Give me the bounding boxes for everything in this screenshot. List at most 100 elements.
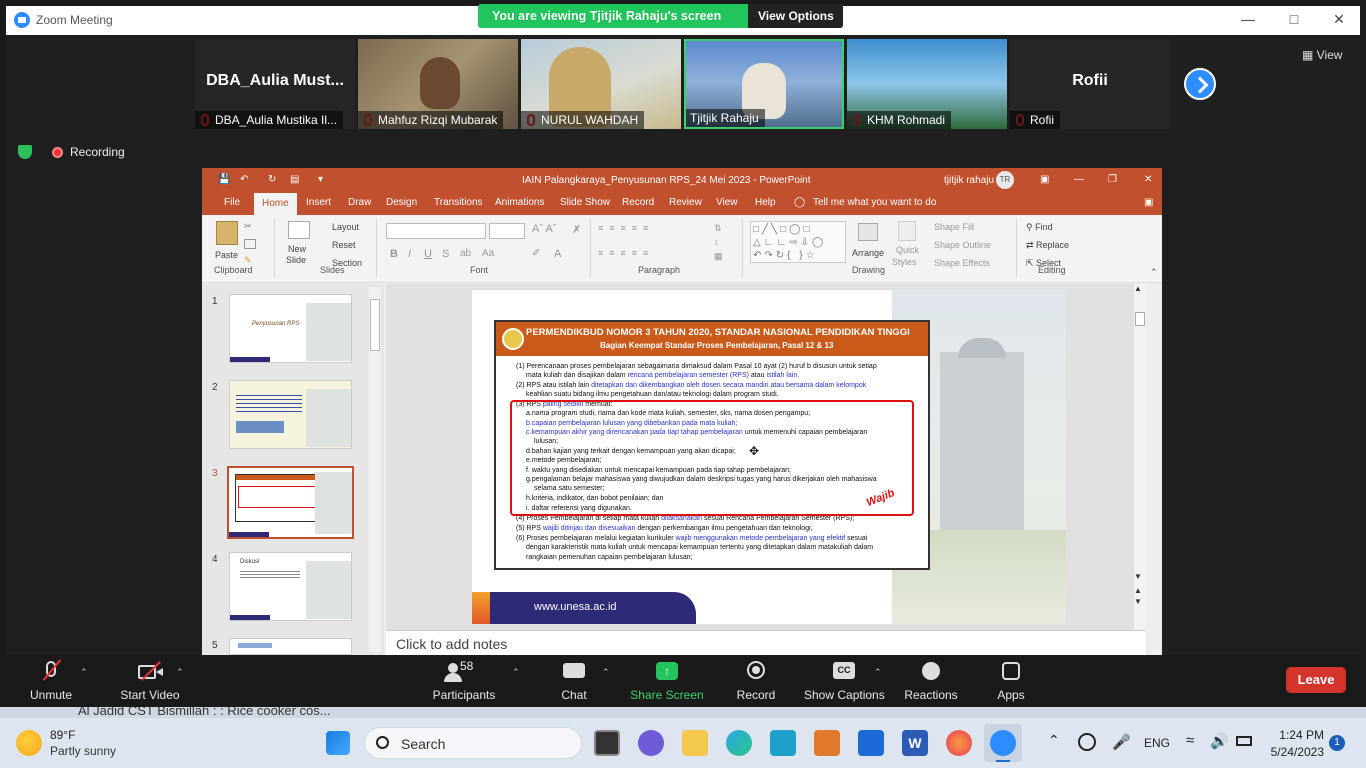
chat-caret-icon[interactable]: ⌃ bbox=[602, 667, 610, 678]
quick-styles-label[interactable]: Quick bbox=[896, 245, 919, 255]
view-options-button[interactable]: View Options ⌄ bbox=[748, 4, 843, 37]
slide-thumbnail-5[interactable] bbox=[229, 638, 352, 655]
tab-record[interactable]: Record bbox=[622, 197, 654, 208]
audio-options-caret-icon[interactable]: ⌃ bbox=[80, 667, 88, 678]
wifi-icon[interactable]: ≈ bbox=[1186, 732, 1194, 749]
tab-insert[interactable]: Insert bbox=[306, 197, 331, 208]
participants-button[interactable]: 58 Participants bbox=[432, 659, 496, 702]
microphone-icon[interactable]: 🎤 bbox=[1112, 733, 1131, 751]
customize-qat-icon[interactable]: ▾ bbox=[318, 174, 323, 185]
slide-thumbnail-2[interactable] bbox=[229, 380, 352, 449]
paste-label[interactable]: Paste bbox=[215, 250, 238, 260]
language-indicator[interactable]: ENG bbox=[1144, 736, 1170, 750]
present-icon[interactable]: ▤ bbox=[290, 174, 299, 185]
change-case-icon[interactable]: Aa bbox=[482, 248, 494, 259]
volume-icon[interactable]: 🔊 bbox=[1210, 732, 1229, 750]
participant-tile-6[interactable]: Rofii Rofii bbox=[1010, 39, 1170, 129]
tab-draw[interactable]: Draw bbox=[348, 197, 371, 208]
edge-browser-icon[interactable] bbox=[726, 730, 752, 756]
user-avatar[interactable]: TR bbox=[996, 171, 1014, 189]
align-text-icon[interactable]: ↕ bbox=[714, 237, 719, 247]
font-color-icon[interactable]: A bbox=[554, 248, 561, 260]
video-options-caret-icon[interactable]: ⌃ bbox=[176, 667, 184, 678]
captions-button[interactable]: CC Show Captions bbox=[804, 661, 885, 702]
participant-tile-4-active-speaker[interactable]: Tjitjik Rahaju bbox=[684, 39, 844, 129]
task-view-icon[interactable] bbox=[594, 730, 620, 756]
slide-thumbnail-4[interactable]: Diskusi bbox=[229, 552, 352, 621]
zoom-taskbar-active[interactable] bbox=[984, 724, 1022, 762]
microsoft-store-icon[interactable] bbox=[858, 730, 884, 756]
highlight-icon[interactable]: ✐ bbox=[532, 248, 540, 259]
start-windows-icon[interactable] bbox=[326, 731, 350, 755]
view-button[interactable]: ▦ View bbox=[1302, 48, 1342, 62]
arrange-icon[interactable] bbox=[858, 223, 878, 241]
notification-badge[interactable]: 1 bbox=[1329, 735, 1345, 751]
leave-button[interactable]: Leave bbox=[1286, 667, 1346, 693]
save-icon[interactable]: 💾 bbox=[218, 174, 230, 185]
ribbon-display-icon[interactable]: ▣ bbox=[1040, 174, 1049, 185]
arrange-button[interactable]: Arrange bbox=[852, 248, 884, 258]
bold-icon[interactable]: B bbox=[390, 248, 398, 260]
scroll-up-icon[interactable]: ▲ bbox=[1134, 284, 1142, 293]
copy-icon[interactable] bbox=[244, 239, 256, 249]
undo-icon[interactable]: ↶ bbox=[240, 174, 248, 185]
char-spacing-icon[interactable]: ab bbox=[460, 248, 471, 259]
share-screen-button[interactable]: ↑ Share Screen bbox=[630, 661, 704, 702]
list-icons[interactable]: ≡≡≡≡≡ bbox=[598, 223, 654, 233]
collapse-ribbon-icon[interactable]: ⌃ bbox=[1150, 267, 1158, 278]
align-icons[interactable]: ≡≡≡≡≡ bbox=[598, 248, 654, 258]
captions-caret-icon[interactable]: ⌃ bbox=[874, 667, 882, 678]
quick-styles-label-2[interactable]: Styles bbox=[892, 257, 917, 267]
font-name-box[interactable] bbox=[386, 223, 486, 239]
file-explorer-icon[interactable] bbox=[682, 730, 708, 756]
scrollbar-thumb[interactable] bbox=[370, 299, 380, 351]
thumbnails-scrollbar[interactable] bbox=[369, 287, 381, 652]
shapes-gallery[interactable]: □╱╲□◯□ △∟∟⇨⇩◯ ↶↷↻{ }☆ bbox=[750, 221, 846, 263]
tell-me-search[interactable]: Tell me what you want to do bbox=[813, 197, 936, 208]
tab-home[interactable]: Home bbox=[254, 193, 297, 215]
taskbar-search-box[interactable]: Search bbox=[364, 727, 582, 759]
tab-review[interactable]: Review bbox=[669, 197, 702, 208]
word-icon[interactable]: W bbox=[902, 730, 928, 756]
paste-icon[interactable] bbox=[216, 221, 238, 245]
battery-icon[interactable] bbox=[1236, 736, 1252, 746]
photos-app-icon[interactable] bbox=[770, 730, 796, 756]
ppt-maximize-icon[interactable]: ❐ bbox=[1108, 174, 1117, 185]
strikethrough-icon[interactable]: S bbox=[442, 248, 449, 260]
notes-pane[interactable]: Click to add notes bbox=[386, 630, 1146, 655]
shape-outline-button[interactable]: Shape Outline bbox=[934, 240, 991, 250]
unmute-button[interactable]: Unmute bbox=[28, 659, 74, 702]
replace-button[interactable]: ⇄ Replace bbox=[1026, 240, 1069, 251]
tab-design[interactable]: Design bbox=[386, 197, 417, 208]
cut-icon[interactable]: ✂ bbox=[244, 221, 252, 232]
teams-chat-icon[interactable] bbox=[638, 730, 664, 756]
firefox-icon[interactable] bbox=[946, 730, 972, 756]
record-button[interactable]: Record bbox=[736, 661, 776, 702]
participants-caret-icon[interactable]: ⌃ bbox=[512, 667, 520, 678]
next-participants-button[interactable] bbox=[1184, 68, 1216, 100]
tab-view[interactable]: View bbox=[716, 197, 738, 208]
tab-transitions[interactable]: Transitions bbox=[434, 197, 483, 208]
tab-file[interactable]: File bbox=[224, 197, 240, 208]
slide-thumbnail-1[interactable]: Penyusunan RPS bbox=[229, 294, 352, 363]
show-hidden-icons-icon[interactable]: ⌃ bbox=[1048, 732, 1060, 749]
close-icon[interactable]: ✕ bbox=[1329, 11, 1349, 29]
snipping-tool-icon[interactable] bbox=[814, 730, 840, 756]
tab-help[interactable]: Help bbox=[755, 197, 776, 208]
quick-styles-icon[interactable] bbox=[898, 221, 916, 241]
slide-scrollbar[interactable]: ▲ ▼ ▲ ▼ bbox=[1134, 284, 1146, 630]
participant-tile-2[interactable]: Mahfuz Rizqi Mubarak bbox=[358, 39, 518, 129]
scroll-down-icon[interactable]: ▼ bbox=[1134, 572, 1142, 581]
slide-editor[interactable]: PERMENDIKBUD NOMOR 3 TAHUN 2020, STANDAR… bbox=[386, 284, 1146, 655]
slide-thumbnail-3-selected[interactable] bbox=[227, 466, 354, 539]
apps-button[interactable]: Apps bbox=[996, 661, 1026, 702]
scrollbar-thumb[interactable] bbox=[1135, 312, 1145, 326]
chat-button[interactable]: Chat bbox=[558, 661, 590, 702]
new-slide-label-2[interactable]: Slide bbox=[286, 255, 306, 265]
minimize-icon[interactable]: — bbox=[1238, 11, 1258, 29]
participant-tile-5[interactable]: KHM Rohmadi bbox=[847, 39, 1007, 129]
ppt-minimize-icon[interactable]: — bbox=[1074, 174, 1084, 185]
reactions-button[interactable]: Reactions bbox=[904, 661, 958, 702]
smartart-icon[interactable]: ▦ bbox=[714, 251, 723, 262]
italic-icon[interactable]: I bbox=[408, 248, 411, 260]
